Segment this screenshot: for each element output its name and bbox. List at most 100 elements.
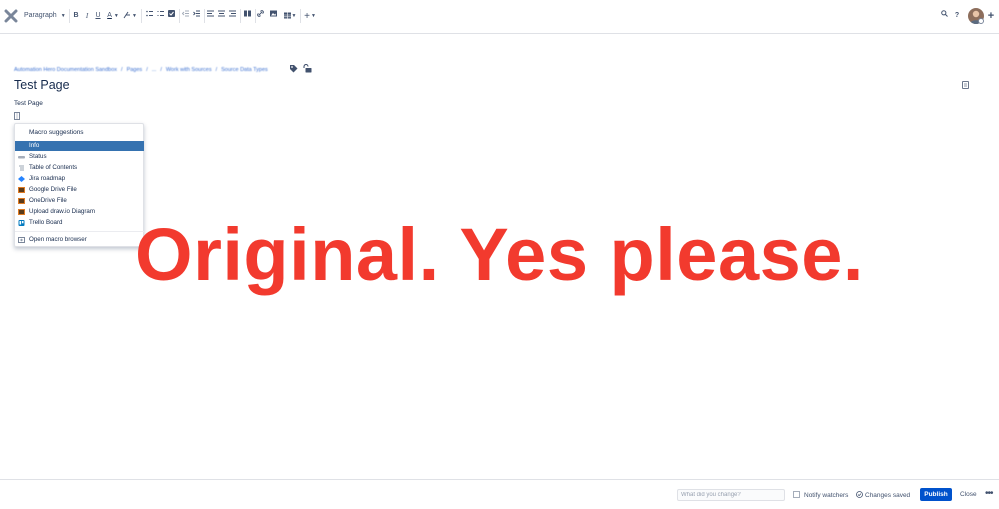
macro-item-jira-roadmap[interactable]: Jira roadmap — [15, 174, 144, 184]
chevron-down-icon: ▼ — [113, 13, 119, 19]
more-actions-button[interactable]: ••• — [985, 488, 993, 499]
google-drive-icon — [18, 187, 25, 193]
insert-image-button[interactable] — [270, 10, 278, 22]
insert-more-button[interactable]: +▼ — [303, 10, 317, 22]
change-comment-input[interactable] — [677, 489, 785, 501]
status-icon — [18, 156, 25, 159]
bold-button[interactable]: B — [73, 10, 79, 22]
page-title[interactable]: Test Page — [14, 78, 70, 92]
numbered-list-button[interactable] — [157, 10, 165, 22]
insert-table-button[interactable]: ▼ — [283, 10, 297, 22]
publish-button[interactable]: Publish — [920, 488, 952, 501]
breadcrumb-link-pages[interactable]: Pages — [127, 67, 143, 73]
macro-item-label: Table of Contents — [29, 164, 78, 171]
chevron-down-icon: ▼ — [291, 13, 297, 19]
checkbox-icon — [168, 10, 175, 17]
align-left-icon — [207, 10, 214, 17]
editor-footer: Notify watchers Changes saved Publish Cl… — [0, 479, 999, 509]
text-color-button[interactable]: A ▼ — [106, 10, 120, 22]
breadcrumb-separator: / — [121, 67, 123, 73]
macro-item-status[interactable]: Status — [15, 152, 144, 162]
more-formatting-button[interactable]: ▼ — [123, 10, 137, 22]
search-icon — [941, 10, 948, 17]
check-circle-icon — [856, 491, 863, 498]
macro-placeholder-icon — [14, 112, 20, 120]
toolbar-divider — [141, 9, 142, 23]
page-info-icon[interactable] — [962, 81, 969, 89]
chevron-down-icon: ▼ — [310, 13, 316, 19]
macro-suggestions-heading: Macro suggestions — [29, 129, 84, 136]
macro-item-label: Info — [29, 142, 40, 149]
outdent-icon — [182, 10, 189, 17]
layout-icon — [244, 10, 251, 17]
breadcrumb-separator: / — [215, 67, 218, 73]
macro-item-onedrive-file[interactable]: OneDrive File — [15, 196, 144, 206]
breadcrumb-link-space[interactable]: Automation Hero Documentation Sandbox — [14, 67, 117, 73]
toc-icon — [19, 165, 24, 171]
toolbar-divider — [300, 9, 301, 23]
toolbar-divider — [240, 9, 241, 23]
macro-item-info[interactable]: Info — [15, 141, 144, 151]
link-icon — [257, 10, 264, 17]
numbered-list-icon — [157, 11, 164, 16]
notify-watchers-toggle[interactable]: Notify watchers — [793, 491, 848, 499]
macro-item-label: OneDrive File — [29, 197, 67, 204]
clear-format-icon — [123, 11, 131, 19]
align-center-button[interactable] — [218, 10, 226, 22]
chevron-down-icon: ▼ — [60, 13, 66, 19]
align-right-icon — [229, 10, 236, 17]
breadcrumb: Automation Hero Documentation Sandbox / Pa… — [14, 65, 272, 75]
insert-link-button[interactable] — [257, 10, 265, 22]
layout-button[interactable] — [244, 10, 252, 22]
macro-item-label: Status — [29, 153, 47, 160]
close-button[interactable]: Close — [960, 491, 977, 498]
align-left-button[interactable] — [207, 10, 215, 22]
bullet-list-button[interactable] — [146, 10, 154, 22]
toolbar-divider — [204, 9, 205, 23]
plus-icon: + — [987, 10, 995, 22]
page-body-text[interactable]: Test Page — [14, 100, 43, 107]
find-replace-button[interactable] — [941, 10, 949, 22]
help-icon: ? — [954, 12, 960, 19]
macro-item-label: Google Drive File — [29, 186, 77, 193]
text-color-icon: A — [107, 12, 112, 19]
paragraph-style-dropdown[interactable]: Paragraph ▼ — [24, 10, 66, 22]
indent-button[interactable] — [193, 10, 201, 22]
breadcrumb-ellipsis[interactable]: ... — [152, 67, 157, 73]
align-right-button[interactable] — [229, 10, 237, 22]
editor-toolbar: Paragraph ▼ B I U A ▼ ▼ ▼ +▼ ? + — [0, 0, 999, 34]
onedrive-icon — [18, 198, 25, 204]
underline-button[interactable]: U — [95, 10, 101, 22]
notify-watchers-checkbox[interactable] — [793, 491, 800, 498]
confluence-logo-icon[interactable] — [4, 9, 18, 23]
save-status-label: Changes saved — [865, 492, 911, 499]
label-tag-icon[interactable] — [289, 64, 298, 73]
breadcrumb-separator: / — [160, 67, 162, 73]
restrictions-unlock-icon[interactable] — [303, 64, 312, 73]
italic-button[interactable]: I — [84, 10, 90, 22]
overlay-caption: Original. Yes please. — [135, 213, 864, 296]
save-status: Changes saved — [856, 491, 910, 499]
plus-icon: + — [304, 11, 310, 22]
macro-item-table-of-contents[interactable]: Table of Contents — [15, 163, 144, 173]
macro-item-label: Jira roadmap — [29, 175, 66, 182]
create-button[interactable]: + — [986, 10, 996, 22]
image-icon — [270, 10, 277, 17]
toolbar-divider — [179, 9, 180, 23]
table-icon — [283, 12, 291, 19]
chevron-down-icon: ▼ — [132, 13, 137, 19]
info-icon — [18, 143, 25, 149]
jira-icon — [18, 176, 25, 182]
help-button[interactable]: ? — [953, 10, 961, 22]
macro-item-google-drive-file[interactable]: Google Drive File — [15, 185, 144, 195]
toolbar-divider — [69, 9, 70, 23]
task-list-button[interactable] — [168, 10, 176, 22]
toolbar-divider — [255, 9, 256, 23]
notify-watchers-label: Notify watchers — [804, 492, 849, 499]
collaborator-badge — [978, 18, 984, 24]
breadcrumb-separator: / — [146, 67, 148, 73]
outdent-button[interactable] — [182, 10, 190, 22]
breadcrumb-link-work-with-sources[interactable]: Work with Sources — [166, 67, 212, 73]
align-center-icon — [218, 10, 225, 17]
breadcrumb-link-source-data-types[interactable]: Source Data Types — [221, 67, 268, 73]
